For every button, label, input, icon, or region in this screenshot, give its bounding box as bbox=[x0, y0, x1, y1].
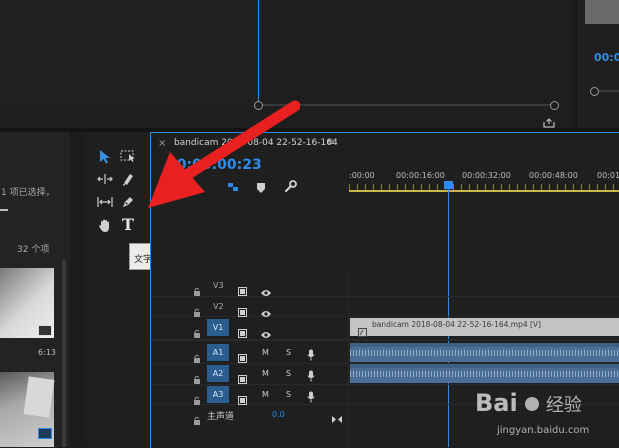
audio-clip-a2-header bbox=[350, 364, 619, 368]
a2-label: A2 bbox=[212, 369, 224, 378]
watermark-url: jingyan.baidu.com bbox=[497, 425, 590, 436]
a3-mic-icon[interactable] bbox=[307, 388, 315, 407]
a1-target-badge[interactable]: A1 bbox=[207, 344, 229, 361]
ruler-label-2: 00:00:32:00 bbox=[462, 171, 511, 180]
program-timecode[interactable]: 00:0 bbox=[594, 51, 619, 64]
thumbnail-duration: 6:13 bbox=[38, 348, 56, 357]
audio-clip-a1-header bbox=[350, 343, 619, 347]
selection-tool-button[interactable] bbox=[95, 147, 115, 165]
thumbnail-sequence-icon bbox=[38, 325, 52, 336]
project-panel-tab-underline bbox=[0, 209, 8, 211]
a1-solo-button[interactable]: S bbox=[286, 348, 291, 357]
selection-arrow-icon bbox=[100, 149, 110, 163]
a1-mic-icon[interactable] bbox=[307, 346, 315, 365]
audio-clip-a2[interactable] bbox=[350, 364, 619, 383]
ruler-label-0: :00:00 bbox=[349, 171, 375, 180]
a2-mic-icon[interactable] bbox=[307, 367, 315, 386]
type-tool-glyph: T bbox=[122, 214, 134, 234]
ruler-label-1: 00:00:16:00 bbox=[396, 171, 445, 180]
a1-label: A1 bbox=[212, 348, 224, 357]
project-item-count: 32 个项 bbox=[17, 245, 50, 255]
v3-sync-icon[interactable] bbox=[238, 281, 249, 300]
clip-fx-icon bbox=[358, 322, 367, 341]
baidu-watermark: Bai 经验 bbox=[475, 389, 582, 417]
a1-mute-button[interactable]: M bbox=[262, 348, 269, 357]
ruler-label-3: 00:00:48:00 bbox=[529, 171, 578, 180]
master-lock-icon[interactable] bbox=[193, 410, 201, 429]
source-zoom-bar[interactable] bbox=[258, 104, 554, 106]
a2-sync-icon[interactable] bbox=[238, 369, 249, 388]
ripple-edit-icon bbox=[97, 174, 113, 184]
a2-solo-button[interactable]: S bbox=[286, 369, 291, 378]
slip-icon bbox=[97, 197, 113, 207]
a3-sync-icon[interactable] bbox=[238, 390, 249, 409]
watermark-brand-2: 经验 bbox=[545, 395, 582, 416]
a3-solo-button[interactable]: S bbox=[286, 390, 291, 399]
watermark-brand: Bai bbox=[475, 389, 518, 417]
project-selection-status: 1 项已选择， bbox=[1, 188, 55, 198]
v2-sync-icon[interactable] bbox=[238, 302, 249, 321]
a2-target-badge[interactable]: A2 bbox=[207, 365, 229, 382]
thumbnail-doc-preview bbox=[23, 376, 55, 418]
v2-lock-icon[interactable] bbox=[193, 302, 201, 321]
master-go-to-end-icon[interactable] bbox=[331, 409, 343, 428]
annotation-arrow-icon bbox=[148, 100, 300, 208]
watermark-paw-icon bbox=[524, 397, 539, 411]
program-monitor-video-preview bbox=[585, 0, 619, 24]
v1-eye-icon[interactable] bbox=[260, 324, 272, 343]
video-clip-label: bandicam 2018-08-04 22-52-16-164.mp4 [V] bbox=[372, 320, 541, 329]
ruler-label-4: 00:01 bbox=[597, 171, 619, 180]
v2-eye-icon[interactable] bbox=[260, 303, 272, 322]
source-monitor-scrub-area[interactable] bbox=[0, 0, 259, 107]
playhead-handle[interactable] bbox=[444, 181, 453, 189]
a1-sync-icon[interactable] bbox=[238, 348, 249, 367]
a3-target-badge[interactable]: A3 bbox=[207, 386, 229, 403]
a2-lock-icon[interactable] bbox=[193, 369, 201, 388]
source-zoom-handle-right[interactable] bbox=[550, 101, 559, 110]
a3-label: A3 bbox=[212, 390, 224, 399]
work-area-bar[interactable] bbox=[349, 190, 619, 192]
audio-clip-a1[interactable] bbox=[350, 343, 619, 362]
video-clip-v1[interactable]: bandicam 2018-08-04 22-52-16-164.mp4 [V] bbox=[350, 318, 619, 337]
a3-lock-icon[interactable] bbox=[193, 390, 201, 409]
v1-target-badge[interactable]: V1 bbox=[207, 319, 229, 336]
project-panel-scrollbar[interactable] bbox=[62, 260, 66, 447]
a3-mute-button[interactable]: M bbox=[262, 390, 269, 399]
a2-mute-button[interactable]: M bbox=[262, 369, 269, 378]
v3-lock-icon[interactable] bbox=[193, 281, 201, 300]
v1-lock-icon[interactable] bbox=[193, 323, 201, 342]
v3-eye-icon[interactable] bbox=[260, 282, 272, 301]
ripple-edit-tool-button[interactable] bbox=[95, 170, 115, 188]
a1-lock-icon[interactable] bbox=[193, 348, 201, 367]
thumbnail-sequence-icon-2 bbox=[38, 428, 52, 439]
v1-sync-icon[interactable] bbox=[238, 323, 249, 342]
timeline-tab-menu[interactable]: ≡ bbox=[326, 137, 334, 148]
v1-label: V1 bbox=[212, 323, 224, 332]
v3-label[interactable]: V3 bbox=[213, 281, 224, 290]
hand-icon bbox=[99, 219, 109, 232]
program-zoom-handle[interactable] bbox=[590, 87, 599, 96]
master-volume-value[interactable]: 0.0 bbox=[272, 410, 285, 419]
slip-tool-button[interactable] bbox=[95, 193, 115, 211]
hand-tool-button[interactable] bbox=[95, 216, 115, 234]
export-frame-icon[interactable] bbox=[543, 113, 555, 128]
source-playhead-line[interactable] bbox=[258, 0, 259, 104]
type-tool-button[interactable]: T bbox=[118, 214, 138, 234]
master-track-label: 主声道 bbox=[207, 412, 235, 422]
v2-label[interactable]: V2 bbox=[213, 302, 224, 311]
